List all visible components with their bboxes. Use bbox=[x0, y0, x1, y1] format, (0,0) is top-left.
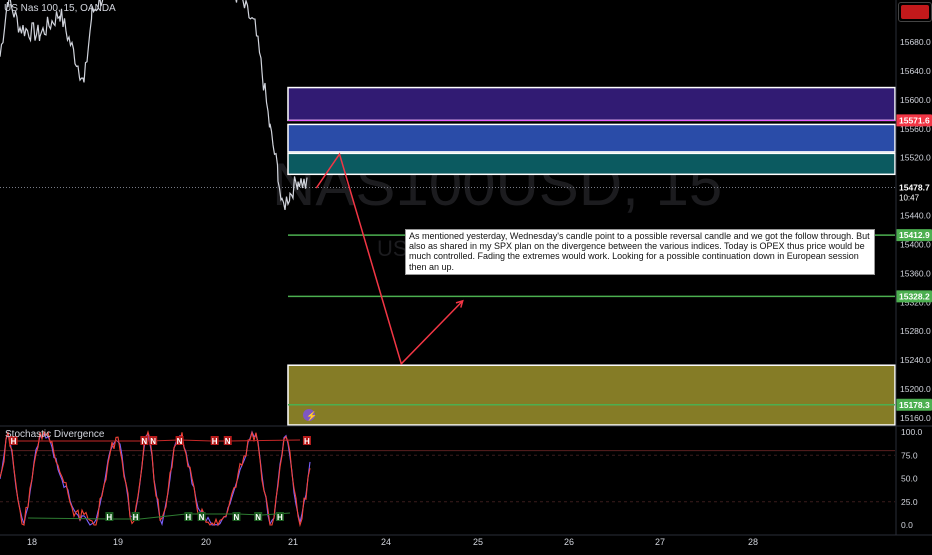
zone-1[interactable] bbox=[287, 123, 896, 153]
price-tick-9: 15520.0 bbox=[900, 153, 931, 163]
price-series bbox=[0, 0, 308, 211]
stoch-tick-1: 75.0 bbox=[901, 450, 918, 460]
stoch-tick-3: 25.0 bbox=[901, 497, 918, 507]
watermark-line2: US bbox=[377, 236, 408, 261]
alert-button-fill bbox=[901, 5, 929, 19]
zone-0[interactable] bbox=[287, 86, 896, 122]
divergence-label-13: H bbox=[277, 513, 283, 522]
stoch-tick-2: 50.0 bbox=[901, 474, 918, 484]
price-tick-13: 15680.0 bbox=[900, 37, 931, 47]
analysis-note[interactable]: As mentioned yesterday, Wednesday's cand… bbox=[405, 229, 875, 275]
alert-button[interactable] bbox=[898, 2, 932, 22]
indicator-pane[interactable]: H N N N H N HH H H N N N H100.075.050.025.00.0 bbox=[0, 427, 923, 530]
time-axis[interactable]: 18 19 20 21 24 25 26 27 28 bbox=[0, 534, 932, 547]
divergence-label-9: H bbox=[185, 513, 191, 522]
stoch-tick-0: 100.0 bbox=[901, 427, 923, 437]
indicator-title[interactable]: Stochastic Divergence bbox=[5, 429, 105, 440]
time-tick-8: 28 bbox=[748, 537, 758, 547]
divergence-label-1: N bbox=[141, 437, 147, 446]
divergence-label-4: H bbox=[212, 437, 218, 446]
bolt-icon-glyph: ⚡ bbox=[306, 410, 317, 422]
zone-3[interactable] bbox=[287, 364, 896, 426]
time-tick-5: 25 bbox=[473, 537, 483, 547]
divergence-label-12: N bbox=[255, 513, 261, 522]
price-tick-2: 15240.0 bbox=[900, 355, 931, 365]
price-label-1[interactable]: 15478.7 bbox=[899, 183, 930, 193]
time-tick-7: 27 bbox=[655, 537, 665, 547]
time-tick-6: 26 bbox=[564, 537, 574, 547]
divergence-label-2: N bbox=[150, 437, 156, 446]
divergence-label-8: H bbox=[133, 513, 139, 522]
divergence-label-5: N bbox=[225, 437, 231, 446]
time-tick-1: 19 bbox=[113, 537, 123, 547]
stoch-tick-4: 0.0 bbox=[901, 520, 913, 530]
time-tick-2: 20 bbox=[201, 537, 211, 547]
chart-root[interactable]: NAS100USD, 15 US ⚡ 15160.0 15200.0 15240.0… bbox=[0, 0, 932, 550]
price-label-2[interactable]: 15412.9 bbox=[899, 230, 930, 240]
time-tick-3: 21 bbox=[288, 537, 298, 547]
divergence-label-11: N bbox=[233, 513, 239, 522]
price-tick-1: 15200.0 bbox=[900, 384, 931, 394]
divergence-label-10: N bbox=[199, 513, 205, 522]
zone-2[interactable] bbox=[287, 152, 896, 176]
price-tick-7: 15440.0 bbox=[900, 211, 931, 221]
divergence-label-6: H bbox=[304, 437, 310, 446]
price-tick-3: 15280.0 bbox=[900, 326, 931, 336]
price-label-3[interactable]: 15328.2 bbox=[899, 291, 930, 301]
price-label-4[interactable]: 15178.3 bbox=[899, 400, 930, 410]
time-tick-4: 24 bbox=[381, 537, 391, 547]
time-tick-0: 18 bbox=[27, 537, 37, 547]
price-line bbox=[0, 0, 308, 211]
price-tick-11: 15600.0 bbox=[900, 95, 931, 105]
price-axis[interactable]: 15160.015200.015240.015280.015320.015360… bbox=[896, 37, 932, 423]
divergence-label-7: H bbox=[106, 513, 112, 522]
price-label-time: 10:47 bbox=[899, 194, 920, 203]
symbol-title[interactable]: US Nas 100, 15, OANDA bbox=[4, 3, 116, 14]
price-label-0[interactable]: 15571.6 bbox=[899, 115, 930, 125]
chart-canvas[interactable]: NAS100USD, 15 US ⚡ 15160.015200.015240.0… bbox=[0, 0, 932, 550]
price-tick-12: 15640.0 bbox=[900, 66, 931, 76]
price-tick-5: 15360.0 bbox=[900, 268, 931, 278]
price-tick-0: 15160.0 bbox=[900, 413, 931, 423]
divergence-label-3: N bbox=[177, 437, 183, 446]
